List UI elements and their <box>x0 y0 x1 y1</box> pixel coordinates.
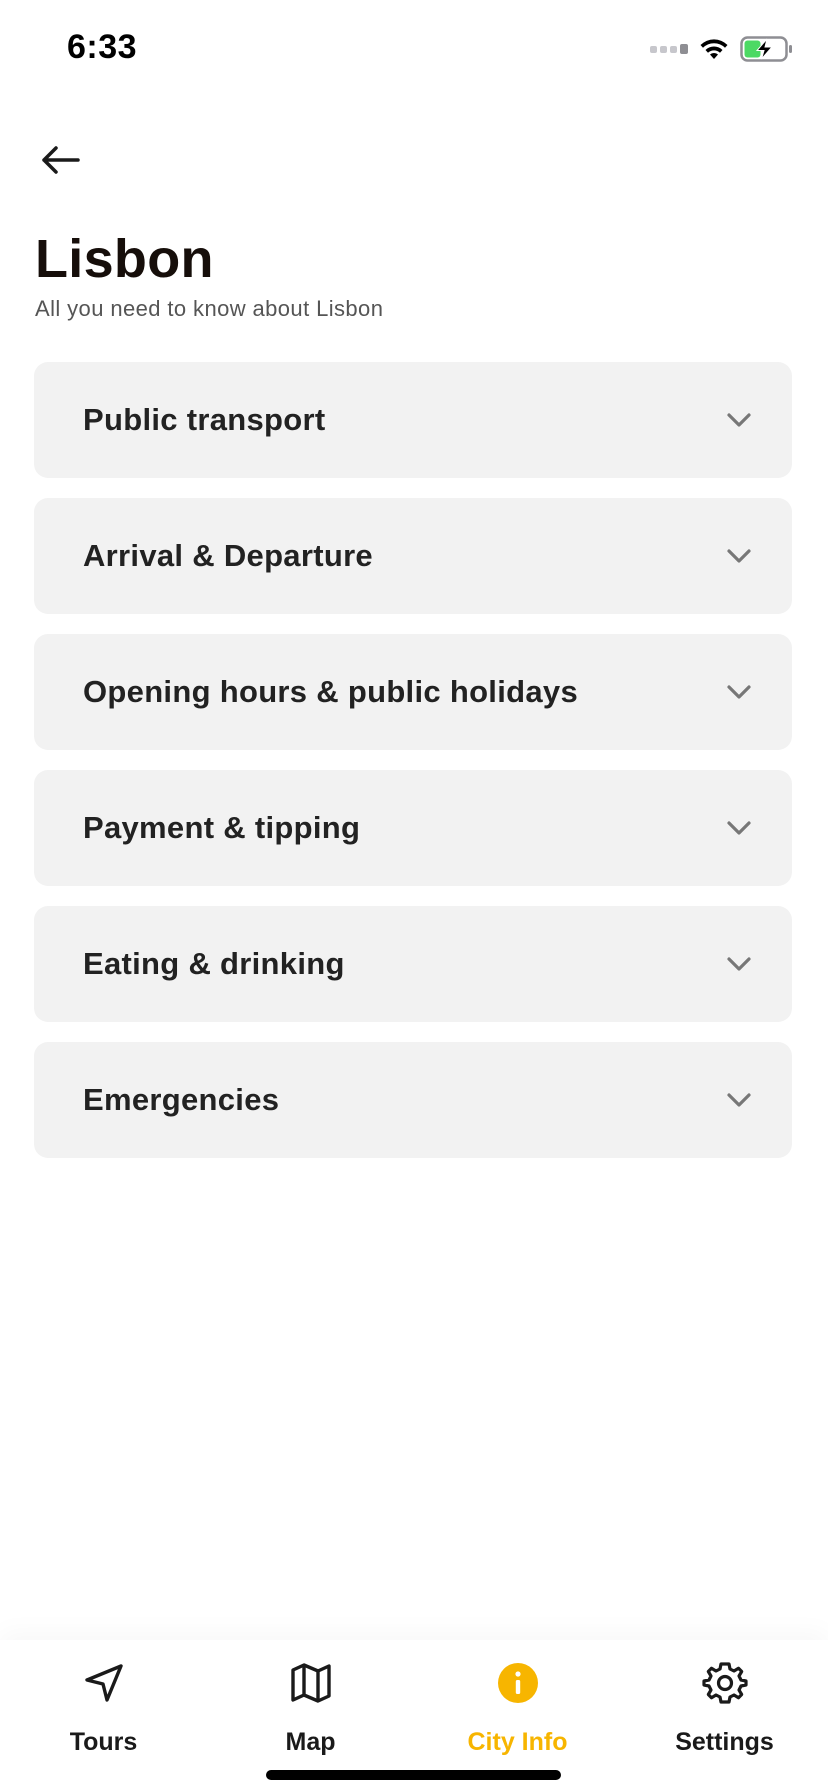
section-label: Public transport <box>83 402 326 437</box>
tab-label: Map <box>285 1728 336 1756</box>
cellular-signal-icon <box>650 44 688 54</box>
status-time: 6:33 <box>67 28 138 66</box>
tab-label: City Info <box>467 1728 568 1756</box>
chevron-down-icon <box>727 685 751 699</box>
section-arrival-departure[interactable]: Arrival & Departure <box>34 498 792 614</box>
section-eating-drinking[interactable]: Eating & drinking <box>34 906 792 1022</box>
navigation-arrow-icon <box>84 1664 123 1702</box>
info-icon <box>497 1663 538 1703</box>
tab-bar: Tours Map City Info Settings <box>0 1640 828 1792</box>
chevron-down-icon <box>727 957 751 971</box>
map-icon <box>290 1663 331 1703</box>
gear-icon <box>701 1662 748 1704</box>
city-info-sections: Public transport Arrival & Departure Ope… <box>34 362 792 1158</box>
tab-label: Settings <box>675 1728 774 1756</box>
section-payment-tipping[interactable]: Payment & tipping <box>34 770 792 886</box>
back-button[interactable] <box>30 140 90 180</box>
section-label: Emergencies <box>83 1082 280 1117</box>
section-label: Arrival & Departure <box>83 538 373 573</box>
status-indicators <box>650 34 794 64</box>
section-opening-hours[interactable]: Opening hours & public holidays <box>34 634 792 750</box>
city-info-screen: 6:33 Lisbon All you need to know about L… <box>0 0 828 1792</box>
chevron-down-icon <box>727 413 751 427</box>
tab-label: Tours <box>69 1728 138 1756</box>
section-public-transport[interactable]: Public transport <box>34 362 792 478</box>
chevron-down-icon <box>727 549 751 563</box>
tab-tours[interactable]: Tours <box>0 1640 207 1792</box>
arrow-left-icon <box>42 146 80 174</box>
battery-charging-icon <box>740 36 792 62</box>
chevron-down-icon <box>727 821 751 835</box>
status-bar: 6:33 <box>0 0 828 100</box>
section-emergencies[interactable]: Emergencies <box>34 1042 792 1158</box>
tab-settings[interactable]: Settings <box>621 1640 828 1792</box>
page-title: Lisbon <box>35 229 214 289</box>
wifi-icon <box>700 39 728 59</box>
chevron-down-icon <box>727 1093 751 1107</box>
home-indicator[interactable] <box>266 1770 561 1780</box>
section-label: Opening hours & public holidays <box>83 674 578 709</box>
page-subtitle: All you need to know about Lisbon <box>35 296 384 321</box>
section-label: Eating & drinking <box>83 946 345 981</box>
section-label: Payment & tipping <box>83 810 361 845</box>
